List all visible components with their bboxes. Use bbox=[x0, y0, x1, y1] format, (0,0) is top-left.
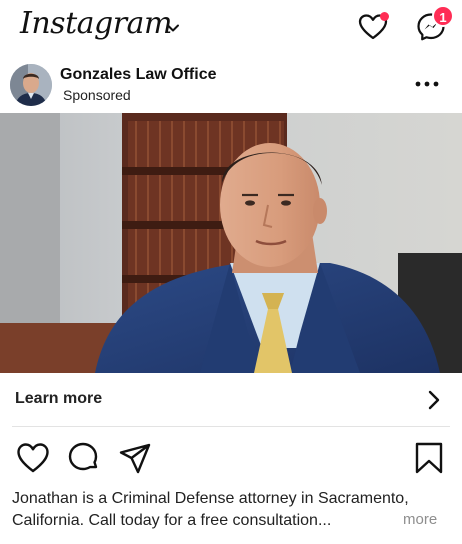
divider bbox=[12, 426, 450, 427]
like-heart-icon[interactable] bbox=[16, 441, 50, 475]
learn-more-row[interactable]: Learn more bbox=[0, 373, 462, 427]
bookmark-icon[interactable] bbox=[412, 441, 446, 475]
sponsored-label[interactable]: Sponsored bbox=[63, 87, 131, 103]
more-horizontal-icon[interactable] bbox=[412, 74, 442, 94]
post-header: Gonzales Law Office Sponsored bbox=[0, 56, 462, 113]
caption-more-link[interactable]: more bbox=[403, 511, 437, 528]
comment-icon[interactable] bbox=[66, 441, 100, 475]
account-name[interactable]: Gonzales Law Office bbox=[60, 66, 216, 84]
post-caption: Jonathan is a Criminal Defense attorney … bbox=[12, 490, 409, 529]
learn-more-label[interactable]: Learn more bbox=[15, 390, 102, 408]
post-media[interactable] bbox=[0, 113, 462, 373]
chevron-right-icon[interactable] bbox=[424, 389, 444, 411]
activity-indicator-dot bbox=[380, 12, 389, 21]
top-bar: Instagram 1 bbox=[0, 0, 462, 56]
instagram-feed: Instagram 1 Gonzales Law Office Sponsore… bbox=[0, 0, 462, 544]
messages-badge: 1 bbox=[432, 5, 454, 27]
app-logo[interactable]: Instagram bbox=[20, 6, 172, 41]
chevron-down-icon[interactable] bbox=[166, 21, 180, 35]
post-photo bbox=[0, 113, 462, 373]
avatar[interactable] bbox=[10, 64, 52, 106]
avatar-image bbox=[10, 64, 52, 106]
share-paper-plane-icon[interactable] bbox=[118, 441, 152, 475]
